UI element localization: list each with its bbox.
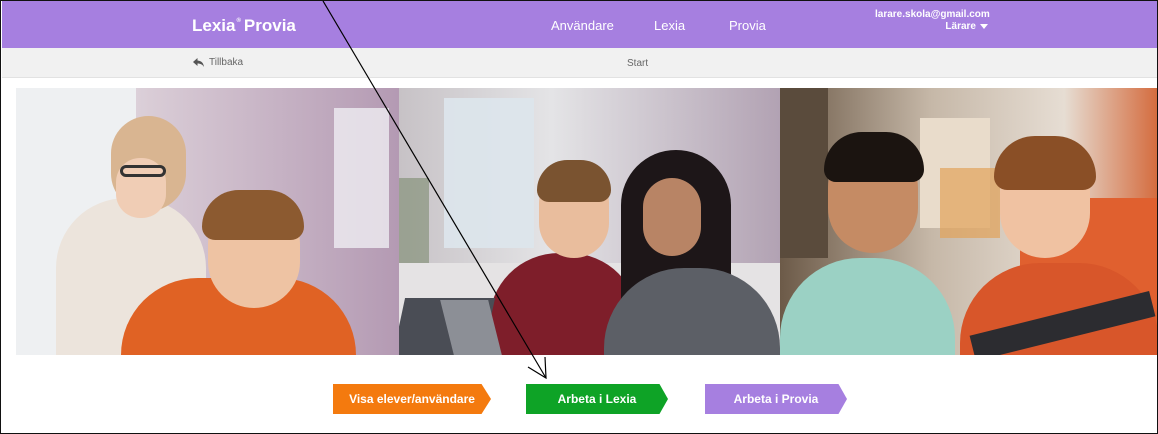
account-email: larare.skola@gmail.com — [875, 9, 990, 20]
reply-arrow-icon — [193, 58, 204, 67]
back-button[interactable]: Tillbaka — [193, 57, 243, 68]
photo-shape — [202, 190, 304, 240]
photo-shape — [120, 165, 166, 177]
hero-photo-teacher-child — [16, 88, 399, 355]
work-in-lexia-label: Arbeta i Lexia — [557, 392, 637, 406]
show-students-label: Visa elever/användare — [349, 392, 475, 406]
photo-shape — [940, 168, 1000, 238]
brand-product: Provia — [243, 16, 296, 35]
hero-photo-kids-tablet — [780, 88, 1157, 355]
photo-shape — [537, 160, 611, 202]
show-students-button[interactable]: Visa elever/användare — [333, 384, 491, 414]
nav-users-link[interactable]: Användare — [551, 18, 614, 33]
account-menu[interactable]: larare.skola@gmail.com Lärare — [875, 9, 990, 32]
nav-lexia-link[interactable]: Lexia — [654, 18, 685, 33]
photo-shape — [444, 98, 534, 248]
work-in-provia-button[interactable]: Arbeta i Provia — [705, 384, 847, 414]
work-in-lexia-button[interactable]: Arbeta i Lexia — [526, 384, 668, 414]
hero-photo-strip — [16, 88, 1157, 355]
account-role-dropdown[interactable]: Lärare — [945, 21, 988, 32]
photo-shape — [780, 258, 955, 355]
hero-photo-teens-laptop — [399, 88, 780, 355]
brand-registered-mark: ® — [236, 18, 241, 24]
photo-shape — [994, 136, 1096, 190]
account-role-label: Lärare — [945, 21, 976, 32]
photo-shape — [643, 178, 701, 256]
breadcrumb-current: Start — [627, 58, 649, 69]
brand-logo[interactable]: Lexia ® Provia — [192, 16, 296, 36]
app-frame: Lexia ® Provia Användare Lexia Provia la… — [0, 0, 1158, 434]
photo-shape — [399, 178, 429, 268]
work-in-provia-label: Arbeta i Provia — [733, 392, 819, 406]
nav-provia-link[interactable]: Provia — [729, 18, 766, 33]
back-label: Tillbaka — [209, 57, 244, 68]
brand-name: Lexia — [192, 16, 236, 35]
top-navbar: Lexia ® Provia Användare Lexia Provia la… — [2, 1, 1157, 48]
sub-navbar: Tillbaka Start — [2, 48, 1157, 78]
photo-shape — [334, 108, 389, 248]
photo-shape — [780, 88, 828, 258]
caret-down-icon — [980, 24, 988, 29]
photo-shape — [824, 132, 924, 182]
